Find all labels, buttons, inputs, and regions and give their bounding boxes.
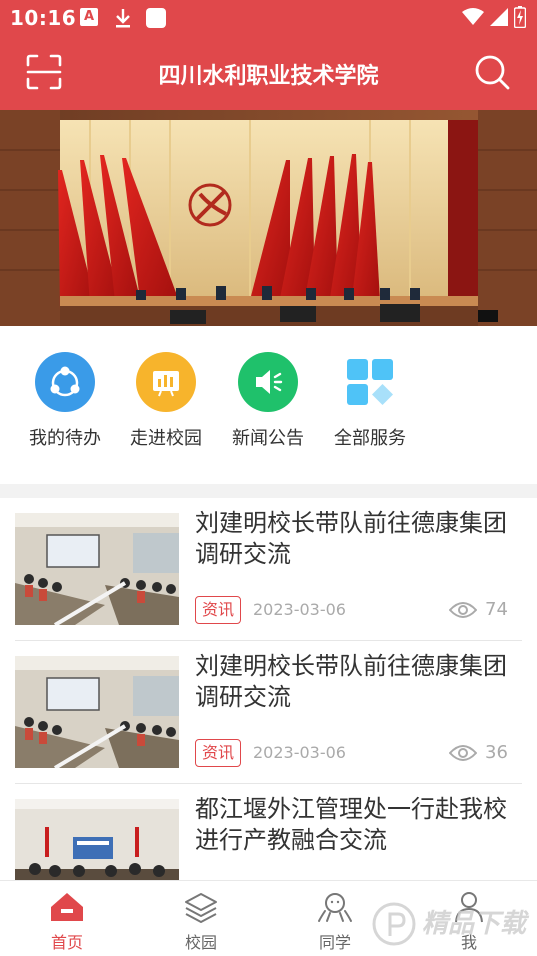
speaker-icon xyxy=(238,352,298,412)
tab-campus[interactable]: 校园 xyxy=(156,891,246,953)
tab-label: 校园 xyxy=(184,933,217,952)
news-title: 刘建明校长带队前往德康集团调研交流 xyxy=(195,652,507,711)
svg-text:精品下载: 精品下载 xyxy=(422,909,530,939)
news-title: 都江堰外江管理处一行赴我校 进行产教融合交流 xyxy=(195,795,507,854)
news-title: 刘建明校长带队前往德康集团调研交流 xyxy=(195,509,507,568)
wifi-icon xyxy=(462,8,484,30)
quick-item-label: 全部服务 xyxy=(334,428,406,449)
search-icon xyxy=(475,55,510,90)
battery-icon xyxy=(513,6,527,32)
status-bar: 10:16 A xyxy=(0,0,537,36)
news-tag: 资讯 xyxy=(195,596,242,624)
cellular-signal-icon xyxy=(490,8,508,30)
download-icon xyxy=(114,8,132,32)
news-date: 2023-03-06 xyxy=(253,743,346,762)
home-icon xyxy=(51,893,83,921)
watermark-logo: 精品下载 xyxy=(370,892,537,956)
eye-icon xyxy=(448,743,478,767)
news-thumbnail xyxy=(15,513,179,625)
quick-item-news[interactable]: 新闻公告 xyxy=(220,352,316,450)
quick-item-my-todo[interactable]: 我的待办 xyxy=(17,352,113,450)
share-people-icon xyxy=(35,352,95,412)
news-views: 74 xyxy=(485,599,508,620)
tab-label: 同学 xyxy=(318,933,351,952)
quick-item-campus[interactable]: 走进校园 xyxy=(118,352,214,450)
layers-icon xyxy=(185,893,217,923)
news-tag: 资讯 xyxy=(195,739,242,767)
tab-classmates[interactable]: 同学 xyxy=(290,891,380,953)
news-thumbnail xyxy=(15,656,179,768)
app-notification-icon xyxy=(146,8,166,28)
news-item[interactable]: 刘建明校长带队前往德康集团调研交流 资讯 2023-03-06 74 xyxy=(15,498,522,641)
eye-icon xyxy=(448,600,478,624)
search-button[interactable] xyxy=(472,52,512,92)
tab-home[interactable]: 首页 xyxy=(22,891,112,953)
quick-item-label: 我的待办 xyxy=(29,428,101,449)
quick-menu: 我的待办 走进校园 新闻公告 全部服务 xyxy=(0,326,537,486)
banner-image xyxy=(0,110,537,326)
chart-board-icon xyxy=(136,352,196,412)
quick-item-label: 走进校园 xyxy=(130,428,202,449)
classmates-icon xyxy=(318,893,352,922)
news-item[interactable]: 刘建明校长带队前往德康集团调研交流 资讯 2023-03-06 36 xyxy=(15,641,522,784)
section-divider xyxy=(0,484,537,498)
a-notification-icon: A xyxy=(80,8,98,26)
banner-carousel[interactable] xyxy=(0,110,537,326)
news-date: 2023-03-06 xyxy=(253,600,346,619)
news-views: 36 xyxy=(485,742,508,763)
grid-icon xyxy=(340,352,400,412)
status-time: 10:16 xyxy=(10,6,77,30)
app-title: 四川水利职业技术学院 xyxy=(158,64,379,89)
quick-item-all-services[interactable]: 全部服务 xyxy=(322,352,418,450)
top-bar: 10:16 A 四川水利职业技术学院 xyxy=(0,0,537,110)
quick-item-label: 新闻公告 xyxy=(232,428,304,449)
tab-label: 首页 xyxy=(50,933,83,952)
